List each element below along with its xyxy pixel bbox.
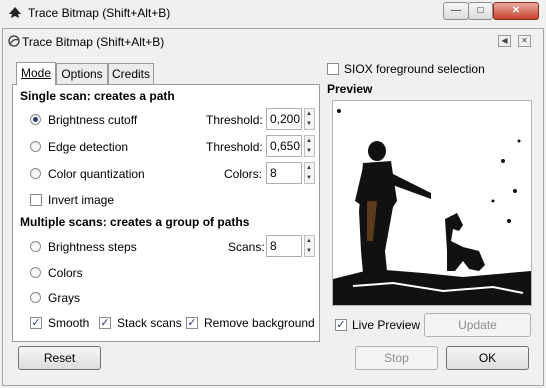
remove-background-checkbox[interactable]: ✓ (186, 317, 198, 329)
colors-radio[interactable] (30, 267, 41, 278)
grays-label: Grays (48, 291, 81, 305)
tab-credits[interactable]: Credits (108, 63, 154, 84)
ok-button[interactable]: OK (446, 346, 529, 370)
smooth-checkbox[interactable]: ✓ (30, 317, 42, 329)
edge-threshold-input[interactable]: 0,650 (266, 135, 302, 157)
brightness-threshold-input[interactable]: 0,200 (266, 108, 302, 130)
colors-count-stepper[interactable]: ▲ ▼ (304, 162, 315, 184)
minimize-button[interactable]: — (443, 2, 469, 20)
invert-image-checkbox[interactable] (30, 194, 42, 206)
dock-title: Trace Bitmap (Shift+Alt+B) (22, 35, 165, 49)
inkscape-logo-icon (9, 7, 21, 18)
grays-radio[interactable] (30, 292, 41, 303)
stack-scans-label: Stack scans (117, 316, 182, 330)
siox-checkbox[interactable] (327, 63, 339, 75)
scans-label: Scans: (228, 240, 265, 254)
stack-scans-checkbox[interactable]: ✓ (99, 317, 111, 329)
maximize-button[interactable]: □ (468, 2, 493, 20)
edge-threshold-label: Threshold: (206, 140, 263, 154)
window-titlebar: Trace Bitmap (Shift+Alt+B) — □ ✕ (0, 0, 546, 28)
edge-detection-label: Edge detection (48, 140, 129, 154)
scans-input[interactable]: 8 (266, 235, 302, 257)
brightness-threshold-stepper[interactable]: ▲ ▼ (304, 108, 315, 130)
tab-mode-label: Mode (20, 66, 52, 80)
multi-scan-heading: Multiple scans: creates a group of paths (20, 215, 250, 229)
close-button[interactable]: ✕ (493, 2, 539, 20)
preview-area (332, 100, 532, 306)
brightness-steps-label: Brightness steps (48, 240, 137, 254)
brightness-cutoff-label: Brightness cutoff (48, 113, 138, 127)
edge-detection-radio[interactable] (30, 141, 41, 152)
brightness-cutoff-radio[interactable] (30, 114, 41, 125)
edge-threshold-stepper[interactable]: ▲ ▼ (304, 135, 315, 157)
siox-label: SIOX foreground selection (344, 62, 485, 76)
live-preview-label: Live Preview (352, 318, 421, 332)
window-title: Trace Bitmap (Shift+Alt+B) (28, 6, 171, 20)
dock-close-icon[interactable]: ✕ (518, 35, 531, 47)
color-quantization-label: Color quantization (48, 167, 145, 181)
invert-image-label: Invert image (48, 193, 115, 207)
live-preview-checkbox[interactable]: ✓ (335, 319, 347, 331)
trace-bitmap-icon (8, 35, 20, 47)
reset-button[interactable]: Reset (18, 346, 101, 370)
preview-heading: Preview (327, 82, 373, 96)
remove-background-label: Remove background (204, 316, 315, 330)
brightness-steps-radio[interactable] (30, 241, 41, 252)
tab-mode[interactable]: Mode (16, 62, 56, 85)
colors-label: Colors (48, 266, 83, 280)
traced-preview-image (333, 101, 531, 305)
tab-credits-label: Credits (111, 67, 150, 81)
single-scan-heading: Single scan: creates a path (20, 89, 175, 103)
stop-button[interactable]: Stop (355, 346, 438, 370)
colors-count-input[interactable]: 8 (266, 162, 302, 184)
colors-count-label: Colors: (224, 167, 263, 181)
tab-options-label: Options (61, 67, 103, 81)
tab-options[interactable]: Options (56, 63, 108, 84)
scans-stepper[interactable]: ▲ ▼ (304, 235, 315, 257)
smooth-label: Smooth (48, 316, 90, 330)
dock-iconify-icon[interactable]: ◀ (498, 35, 511, 47)
color-quantization-radio[interactable] (30, 168, 41, 179)
update-button[interactable]: Update (424, 313, 531, 337)
threshold-label: Threshold: (206, 113, 263, 127)
